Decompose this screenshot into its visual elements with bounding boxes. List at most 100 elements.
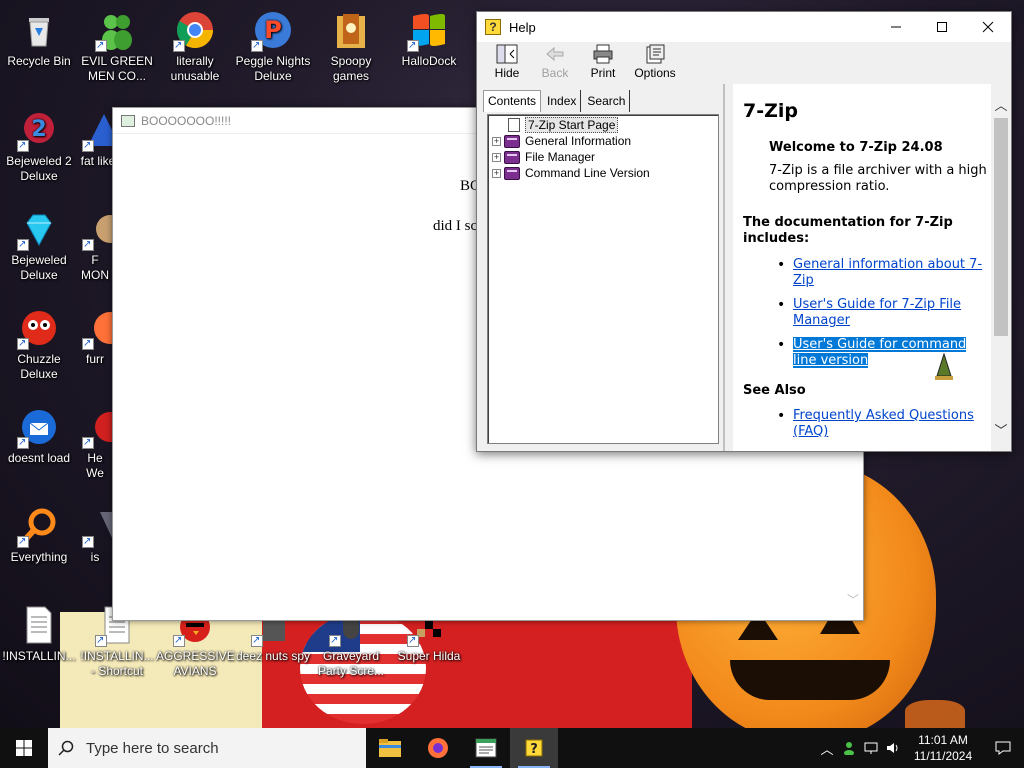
tab-index[interactable]: Index: [543, 90, 582, 112]
tree-item-file-manager[interactable]: + File Manager: [492, 149, 595, 165]
desktop-icon-label: !INSTALLIN...: [2, 649, 76, 663]
desktop-icon-label: Peggle Nights Deluxe: [235, 54, 311, 83]
tab-contents[interactable]: Contents: [483, 90, 542, 112]
shortcut-arrow-icon: [82, 237, 94, 252]
help-body: Contents Index Search 7-Zip Start Page +…: [477, 84, 1011, 451]
scrollbar-thumb[interactable]: [994, 118, 1008, 336]
network-icon[interactable]: [860, 728, 882, 768]
desktop-icon-evil-green-men[interactable]: EVIL GREEN MEN CO...: [78, 8, 156, 84]
desktop-icon-spoopy[interactable]: Spoopy games: [312, 8, 390, 84]
desktop-icon-chuzzle[interactable]: Chuzzle Deluxe: [0, 306, 78, 382]
desktop-icon-label: literally unusable: [170, 54, 220, 83]
desktop-icon-label: Spoopy games: [330, 54, 372, 83]
tree-item-label: Command Line Version: [525, 166, 650, 180]
navigation-pane: Contents Index Search 7-Zip Start Page +…: [479, 84, 725, 451]
user-icon: [844, 742, 854, 755]
tree-item-command-line[interactable]: + Command Line Version: [492, 165, 650, 181]
desktop-icon-he-we[interactable]: He We: [78, 405, 112, 481]
taskbar-search-box[interactable]: Type here to search: [48, 728, 366, 768]
shortcut-arrow-icon: [407, 38, 419, 53]
desktop-icon-label: AGGRESSIVE AVIANS: [156, 649, 235, 678]
expand-plus-icon[interactable]: +: [492, 168, 501, 178]
desktop-icon-installing1[interactable]: !INSTALLIN...: [0, 603, 78, 664]
search-placeholder: Type here to search: [86, 739, 219, 757]
desktop-icon-is[interactable]: is: [78, 504, 112, 565]
hide-label: Hide: [494, 66, 520, 80]
search-icon: [58, 740, 74, 756]
clock-time: 11:01 AM: [918, 733, 968, 747]
notification-center-button[interactable]: [982, 728, 1024, 768]
chevron-down-icon[interactable]: ﹀: [991, 421, 1011, 441]
folder-icon: [337, 14, 365, 48]
tree-item-general-information[interactable]: + General Information: [492, 133, 631, 149]
chevron-down-icon[interactable]: ﹀: [847, 591, 859, 608]
desktop-icon-bejeweled2[interactable]: 2 Bejeweled 2 Deluxe: [0, 108, 78, 184]
taskbar-notepad-app[interactable]: [462, 728, 510, 768]
desktop-icon-peggle[interactable]: P Peggle Nights Deluxe: [234, 8, 312, 84]
shortcut-arrow-icon: [82, 534, 94, 549]
contents-tree[interactable]: 7-Zip Start Page + General Information +…: [487, 114, 719, 444]
desktop-icon-label: Graveyard Party Scre...: [317, 649, 385, 678]
desktop-icon-label: Everything: [10, 550, 68, 564]
clock-date: 11/11/2024: [913, 749, 973, 763]
desktop-icon-recycle-bin[interactable]: Recycle Bin: [0, 8, 78, 69]
expand-plus-icon[interactable]: +: [492, 136, 501, 146]
taskbar-file-explorer[interactable]: [366, 728, 414, 768]
help-window[interactable]: ? Help Hide Back Print Options Contents …: [476, 11, 1012, 452]
link-file-manager-guide[interactable]: User's Guide for 7-Zip File Manager: [793, 297, 961, 328]
desktop-icon-furr[interactable]: furr: [78, 306, 112, 367]
list-item: User's Guide for command line version: [777, 337, 991, 369]
taskbar-firefox[interactable]: [414, 728, 462, 768]
chevron-up-icon[interactable]: ︿: [816, 728, 838, 768]
chevron-up-icon[interactable]: ︿: [991, 96, 1011, 116]
desktop-icon-f-mon[interactable]: F MON: [78, 207, 112, 283]
desktop-icon-chrome[interactable]: literally unusable: [156, 8, 234, 84]
start-button[interactable]: [0, 728, 48, 768]
recycle-bin-icon: [29, 18, 49, 47]
back-button[interactable]: Back: [531, 44, 579, 82]
shortcut-arrow-icon: [251, 633, 263, 648]
people-icon[interactable]: [838, 728, 860, 768]
back-label: Back: [541, 66, 569, 80]
witch-cursor-icon: [935, 352, 953, 380]
list-item: User's Guide for 7-Zip File Manager: [777, 297, 991, 329]
tab-search[interactable]: Search: [583, 90, 631, 112]
desktop-icon-bejeweled[interactable]: Bejeweled Deluxe: [0, 207, 78, 283]
window-app-icon: [121, 114, 135, 127]
doc-includes-heading: The documentation for 7-Zip includes:: [743, 215, 953, 246]
topic-pane[interactable]: 7-Zip Welcome to 7-Zip 24.08 7-Zip is a …: [733, 84, 1011, 451]
options-button[interactable]: Options: [627, 44, 683, 82]
desktop-icon-thunderbird[interactable]: doesnt load: [0, 405, 78, 466]
firefox-icon: [428, 738, 448, 758]
taskbar-help-app[interactable]: ?: [510, 728, 558, 768]
hide-button[interactable]: Hide: [483, 44, 531, 82]
topic-scrollbar[interactable]: ︿ ﹀: [991, 84, 1011, 451]
book-icon: [504, 134, 520, 148]
minimize-button[interactable]: [873, 12, 919, 42]
tree-item-start-page[interactable]: 7-Zip Start Page: [492, 117, 619, 133]
desktop-icon-label: Chuzzle Deluxe: [17, 352, 61, 381]
close-button[interactable]: [965, 12, 1011, 42]
desktop-icon-hallodock[interactable]: HalloDock: [390, 8, 468, 69]
shortcut-arrow-icon: [17, 336, 29, 351]
shortcut-arrow-icon: [82, 336, 94, 351]
back-arrow-icon: [546, 46, 564, 62]
main-text-line2: did I sc: [433, 218, 478, 234]
speaker-icon: [887, 743, 898, 753]
minimize-icon: [891, 26, 901, 28]
volume-icon[interactable]: [882, 728, 904, 768]
link-general-information[interactable]: General information about 7-Zip: [793, 257, 982, 288]
main-window-title: BOOOOOOO!!!!!: [141, 113, 232, 128]
print-button[interactable]: Print: [579, 44, 627, 82]
desktop-icon-label: Recycle Bin: [7, 54, 71, 68]
doc-intro: 7-Zip is a file archiver with a high com…: [769, 163, 987, 194]
taskbar-clock[interactable]: 11:01 AM 11/11/2024: [904, 732, 982, 764]
shortcut-arrow-icon: [173, 38, 185, 53]
link-faq[interactable]: Frequently Asked Questions (FAQ): [793, 408, 974, 439]
shortcut-arrow-icon: [95, 38, 107, 53]
expand-plus-icon[interactable]: +: [492, 152, 501, 162]
help-toolbar: Hide Back Print Options: [477, 42, 1011, 84]
help-titlebar[interactable]: ? Help: [477, 12, 1011, 42]
maximize-button[interactable]: [919, 12, 965, 42]
desktop-icon-everything[interactable]: Everything: [0, 504, 78, 565]
